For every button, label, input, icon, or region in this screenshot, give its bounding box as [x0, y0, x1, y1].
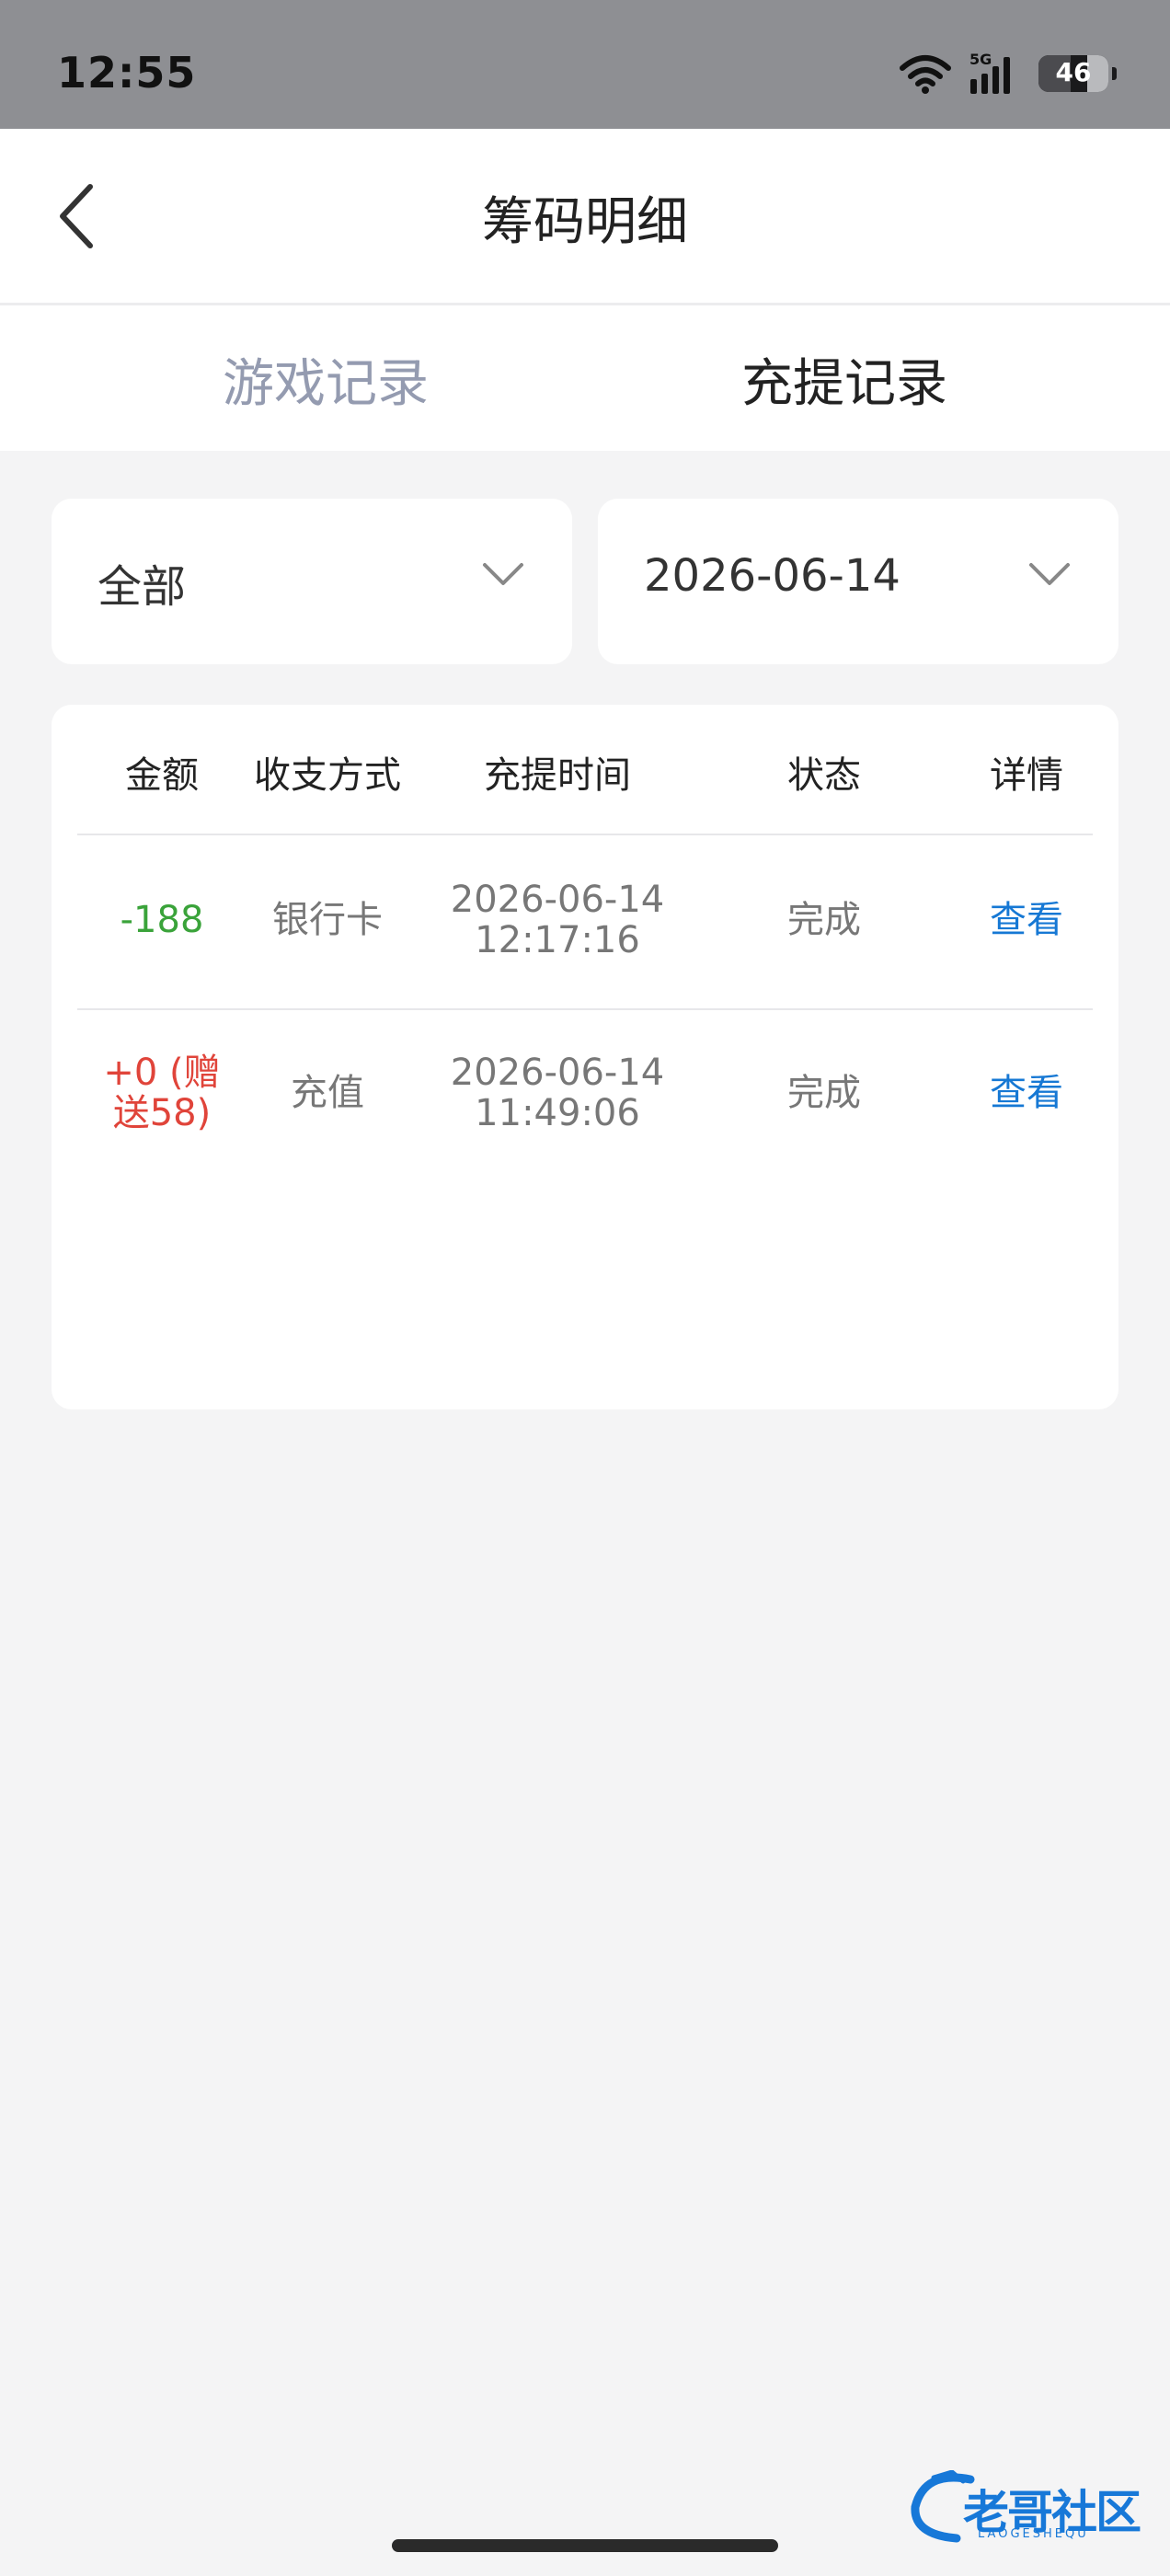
status-time: 12:55 [57, 48, 197, 98]
type-filter-value: 全部 [98, 561, 187, 613]
row-time: 2026-06-14 12:17:16 [410, 880, 705, 960]
wifi-icon [900, 55, 951, 94]
row-time-text: 11:49:06 [475, 1092, 640, 1134]
row-time: 2026-06-14 11:49:06 [410, 1052, 705, 1133]
record-tabs: 游戏记录 充提记录 [0, 305, 1170, 451]
view-detail-link[interactable]: 查看 [935, 1073, 1118, 1113]
status-bar: 12:55 5G 46 [0, 0, 1170, 129]
nav-bar: 筹码明细 [0, 129, 1170, 305]
network-label: 5G [969, 52, 992, 68]
tab-recharge-records-label: 充提记录 [741, 354, 947, 414]
row-status: 完成 [787, 1072, 861, 1114]
row-date-text: 2026-06-14 [450, 1052, 665, 1094]
cellular-signal-icon: 5G [969, 52, 1010, 94]
row-status: 完成 [787, 899, 861, 941]
tab-recharge-records[interactable]: 充提记录 [585, 342, 1170, 417]
column-header-detail: 详情 [990, 754, 1063, 797]
home-indicator [392, 2539, 778, 2552]
page-title: 筹码明细 [482, 192, 688, 252]
row-date-text: 2026-06-14 [450, 879, 665, 921]
chevron-down-icon [1029, 563, 1070, 585]
date-filter-value: 2026-06-14 [644, 550, 900, 602]
row-divider [77, 1008, 1093, 1010]
battery-icon: 46 [1038, 55, 1108, 92]
status-icons: 5G 46 [899, 52, 1117, 96]
column-header-status: 状态 [787, 754, 861, 797]
header-divider [77, 834, 1093, 835]
row-time-text: 12:17:16 [475, 919, 640, 961]
battery-cap [1112, 67, 1117, 80]
battery-percent: 46 [1055, 57, 1092, 87]
column-header-method: 收支方式 [254, 754, 401, 797]
tab-game-records[interactable]: 游戏记录 [0, 342, 585, 417]
type-filter-dropdown[interactable]: 全部 [52, 499, 572, 664]
tab-game-records-label: 游戏记录 [223, 354, 429, 414]
row-method: 银行卡 [272, 899, 383, 941]
row-method: 充值 [291, 1072, 364, 1114]
records-table: 金额 收支方式 充提时间 状态 详情 -188 银行卡 2026-06-14 1… [52, 705, 1118, 1409]
date-filter-dropdown[interactable]: 2026-06-14 [598, 499, 1118, 664]
column-header-time: 充提时间 [484, 754, 631, 797]
watermark-subtext: LAOGESHEQU [978, 2527, 1089, 2541]
watermark-logo: 老哥社区 LAOGESHEQU [906, 2470, 1154, 2548]
chevron-down-icon [483, 563, 523, 585]
view-detail-link[interactable]: 查看 [935, 900, 1118, 940]
